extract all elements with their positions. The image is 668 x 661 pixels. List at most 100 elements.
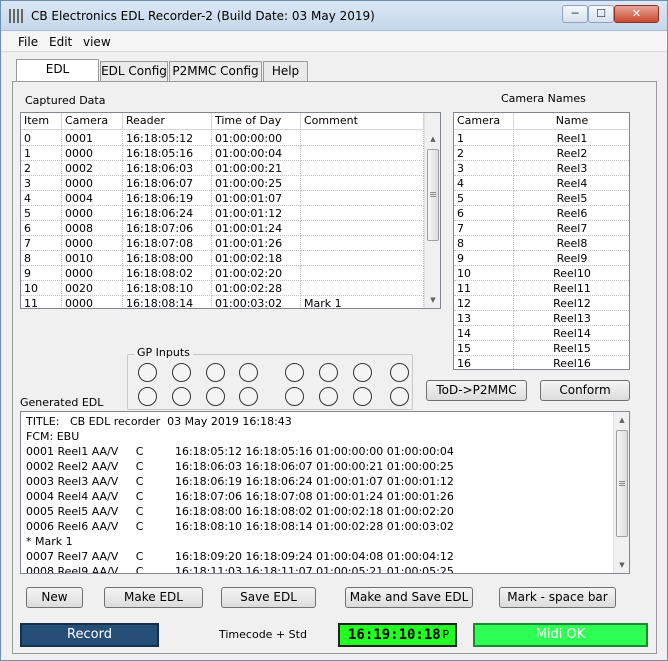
cell-camera: 13 <box>454 311 514 326</box>
menu-view[interactable]: view <box>83 35 111 49</box>
cell-name[interactable]: Reel13 <box>514 311 629 326</box>
cell-name[interactable]: Reel5 <box>514 191 629 206</box>
table-row[interactable]: 8 0010 16:18:08:00 01:00:02:18 <box>21 251 424 266</box>
app-window: CB Electronics EDL Recorder-2 (Build Dat… <box>0 0 668 661</box>
cell-camera: 15 <box>454 341 514 356</box>
cell-reader: 16:18:06:07 <box>123 176 212 191</box>
timecode-flag: P <box>442 628 449 641</box>
make-and-save-edl-button[interactable]: Make and Save EDL <box>345 587 473 608</box>
menu-file[interactable]: File <box>18 35 38 49</box>
table-row[interactable]: 2 0002 16:18:06:03 01:00:00:21 <box>21 161 424 176</box>
gp-input-led-7 <box>353 363 372 382</box>
edl-scrollbar[interactable]: ▲ ▼ <box>613 412 629 573</box>
table-row[interactable]: 14 Reel14 <box>454 326 629 341</box>
new-button[interactable]: New <box>26 587 83 608</box>
table-row[interactable]: 16 Reel16 <box>454 356 629 369</box>
column-header-camera[interactable]: Camera <box>454 113 514 130</box>
tod-p2mmc-button[interactable]: ToD->P2MMC <box>426 380 527 401</box>
generated-edl-text[interactable]: TITLE: CB EDL recorder 03 May 2019 16:18… <box>20 411 630 574</box>
column-header-comment[interactable]: Comment <box>301 113 424 130</box>
cell-name[interactable]: Reel16 <box>514 356 629 369</box>
maximize-button[interactable]: ☐ <box>588 5 614 23</box>
cell-name[interactable]: Reel2 <box>514 146 629 161</box>
menu-edit[interactable]: Edit <box>49 35 72 49</box>
table-row[interactable]: 7 0000 16:18:07:08 01:00:01:26 <box>21 236 424 251</box>
tab-edl-config[interactable]: EDL Config <box>100 61 168 82</box>
edl-line: 0004 Reel4 AA/V C 16:18:07:06 16:18:07:0… <box>26 490 454 503</box>
timecode-value: 16:19:10:18 <box>348 627 441 643</box>
save-edl-button[interactable]: Save EDL <box>221 587 316 608</box>
table-row[interactable]: 5 0000 16:18:06:24 01:00:01:12 <box>21 206 424 221</box>
scroll-thumb[interactable] <box>427 149 439 241</box>
edl-line: 0001 Reel1 AA/V C 16:18:05:12 16:18:05:1… <box>26 445 454 458</box>
cell-camera: 0000 <box>62 206 123 221</box>
table-row[interactable]: 4 Reel4 <box>454 176 629 191</box>
table-row[interactable]: 9 Reel9 <box>454 251 629 266</box>
cell-name[interactable]: Reel8 <box>514 236 629 251</box>
scroll-thumb[interactable] <box>616 430 628 537</box>
scroll-up-arrow-icon[interactable]: ▲ <box>614 412 629 428</box>
table-row[interactable]: 12 Reel12 <box>454 296 629 311</box>
column-header-camera[interactable]: Camera <box>62 113 123 130</box>
cell-camera: 12 <box>454 296 514 311</box>
scroll-down-arrow-icon[interactable]: ▼ <box>425 292 440 308</box>
table-row[interactable]: 8 Reel8 <box>454 236 629 251</box>
captured-data-table[interactable]: Item Camera Reader Time of Day Comment 0… <box>20 112 441 309</box>
cell-name[interactable]: Reel7 <box>514 221 629 236</box>
cell-name[interactable]: Reel12 <box>514 296 629 311</box>
tab-p2mmc-config[interactable]: P2MMC Config <box>169 61 262 82</box>
table-row[interactable]: 9 0000 16:18:08:02 01:00:02:20 <box>21 266 424 281</box>
table-row[interactable]: 3 0000 16:18:06:07 01:00:00:25 <box>21 176 424 191</box>
cell-item: 4 <box>21 191 62 206</box>
cell-reader: 16:18:05:12 <box>123 131 212 146</box>
minimize-button[interactable]: ─ <box>562 5 588 23</box>
record-button[interactable]: Record <box>20 623 159 647</box>
make-edl-button[interactable]: Make EDL <box>104 587 203 608</box>
title-bar[interactable]: CB Electronics EDL Recorder-2 (Build Dat… <box>1 1 667 31</box>
scroll-down-arrow-icon[interactable]: ▼ <box>614 557 629 573</box>
cell-comment <box>301 221 424 236</box>
cell-camera: 4 <box>454 176 514 191</box>
table-row[interactable]: 11 0000 16:18:08:14 01:00:03:02 Mark 1 <box>21 296 424 308</box>
close-button[interactable]: ✕ <box>614 5 659 23</box>
cell-name[interactable]: Reel6 <box>514 206 629 221</box>
tab-edl-recorder[interactable]: EDL Recorder <box>16 59 99 95</box>
cell-name[interactable]: Reel9 <box>514 251 629 266</box>
table-row[interactable]: 1 0000 16:18:05:16 01:00:00:04 <box>21 146 424 161</box>
table-row[interactable]: 3 Reel3 <box>454 161 629 176</box>
table-row[interactable]: 13 Reel13 <box>454 311 629 326</box>
table-row[interactable]: 6 Reel6 <box>454 206 629 221</box>
cell-name[interactable]: Reel11 <box>514 281 629 296</box>
cell-name[interactable]: Reel10 <box>514 266 629 281</box>
column-header-item[interactable]: Item <box>21 113 62 130</box>
camera-names-table[interactable]: Camera Name 1 Reel1 2 Reel2 3 Reel3 4 Reel4 5 Ree… <box>453 112 630 370</box>
captured-scrollbar[interactable]: ▲ ▼ <box>424 113 440 308</box>
table-row[interactable]: 15 Reel15 <box>454 341 629 356</box>
table-row[interactable]: 10 0020 16:18:08:10 01:00:02:28 <box>21 281 424 296</box>
cell-camera: 5 <box>454 191 514 206</box>
timecode-display: 16:19:10:18 P <box>338 623 457 647</box>
column-header-reader[interactable]: Reader <box>123 113 212 130</box>
table-row[interactable]: 1 Reel1 <box>454 131 629 146</box>
column-header-time-of-day[interactable]: Time of Day <box>212 113 301 130</box>
table-row[interactable]: 11 Reel11 <box>454 281 629 296</box>
table-row[interactable]: 5 Reel5 <box>454 191 629 206</box>
column-header-name[interactable]: Name <box>514 113 629 130</box>
table-row[interactable]: 4 0004 16:18:06:19 01:00:01:07 <box>21 191 424 206</box>
table-row[interactable]: 6 0008 16:18:07:06 01:00:01:24 <box>21 221 424 236</box>
scroll-up-arrow-icon[interactable]: ▲ <box>425 131 440 147</box>
cell-name[interactable]: Reel3 <box>514 161 629 176</box>
gp-input-led-3 <box>206 363 225 382</box>
table-row[interactable]: 7 Reel7 <box>454 221 629 236</box>
edl-line: 0003 Reel3 AA/V C 16:18:06:19 16:18:06:2… <box>26 475 454 488</box>
table-row[interactable]: 2 Reel2 <box>454 146 629 161</box>
cell-name[interactable]: Reel15 <box>514 341 629 356</box>
cell-name[interactable]: Reel14 <box>514 326 629 341</box>
table-row[interactable]: 10 Reel10 <box>454 266 629 281</box>
mark-button[interactable]: Mark - space bar <box>499 587 616 608</box>
tab-help[interactable]: Help <box>263 61 308 82</box>
cell-name[interactable]: Reel1 <box>514 131 629 146</box>
table-row[interactable]: 0 0001 16:18:05:12 01:00:00:00 <box>21 131 424 146</box>
cell-name[interactable]: Reel4 <box>514 176 629 191</box>
conform-button[interactable]: Conform <box>540 380 630 401</box>
